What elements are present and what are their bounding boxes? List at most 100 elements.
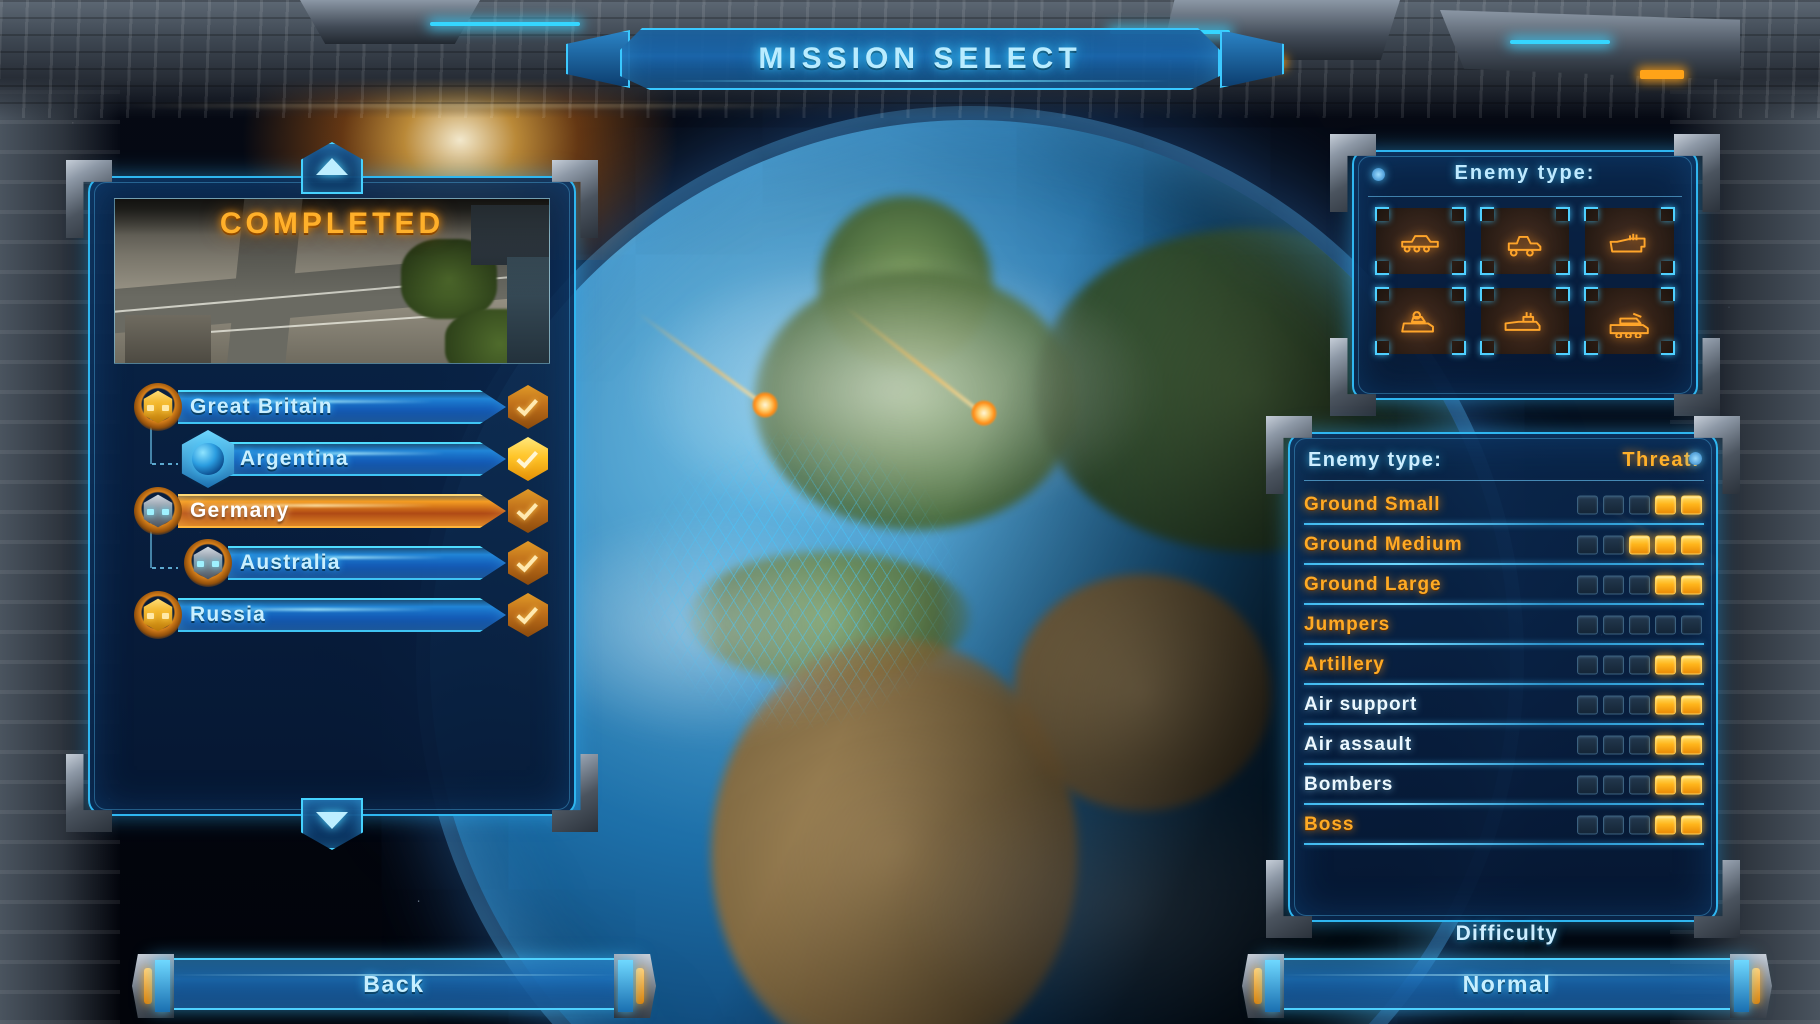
threat-pip [1681,775,1702,794]
button-end-cap-right [1730,954,1772,1018]
mission-preview-image: COMPLETED [114,198,550,364]
threat-pip [1655,815,1676,834]
mission-label: Argentina [240,447,349,470]
threat-meter [1577,695,1702,714]
mission-panel: COMPLETED Great Britain Argentina Germany A… [66,142,598,850]
threat-pip [1603,815,1624,834]
threat-pip [1577,575,1598,594]
lion-emblem-gold-icon [134,591,182,639]
threat-row[interactable]: Ground Large [1304,566,1704,603]
threat-row[interactable]: Air assault [1304,726,1704,763]
eagle-emblem-steel-icon [134,487,182,535]
threat-pip [1629,535,1650,554]
tank-medium-icon[interactable] [1479,287,1571,355]
threat-pip [1577,535,1598,554]
threat-pip [1603,615,1624,634]
threat-row[interactable]: Ground Medium [1304,526,1704,563]
mission-completed-badge-icon [508,385,548,429]
threat-pip [1681,655,1702,674]
tank-launcher-icon[interactable] [1375,287,1466,355]
threat-pip [1629,815,1650,834]
threat-row-name: Ground Small [1304,493,1441,515]
threat-row-name: Ground Medium [1304,533,1463,555]
mission-row[interactable]: Germany [134,487,550,535]
mission-row[interactable]: Australia [184,539,550,587]
threat-meter [1577,535,1702,554]
threat-row[interactable]: Air support [1304,686,1704,723]
mission-row[interactable]: Argentina [181,430,550,488]
status-dot-blue [1689,452,1702,465]
threat-pip [1655,775,1676,794]
threat-row[interactable]: Artillery [1304,646,1704,683]
column-header-enemy-type: Enemy type: [1308,448,1443,471]
enemy-grid-title: Enemy type: [1454,162,1596,184]
threat-pip [1629,775,1650,794]
threat-pip [1681,615,1702,634]
threat-row-name: Air assault [1304,733,1413,755]
threat-pip [1655,575,1676,594]
enemy-type-grid-panel: Enemy type: [1330,134,1720,416]
threat-rows: Ground Small Ground Medium Ground Large Jum… [1304,486,1704,846]
threat-pip [1655,735,1676,754]
threat-pip [1577,735,1598,754]
threat-row-name: Boss [1304,813,1355,835]
mission-label: Russia [190,603,267,626]
threat-pip [1603,695,1624,714]
tank-buggy-icon[interactable] [1479,207,1571,275]
threat-pip [1681,735,1702,754]
threat-pip [1655,655,1676,674]
mission-completed-badge-icon [508,541,548,585]
threat-pip [1577,495,1598,514]
threat-pip [1577,695,1598,714]
tank-small-icon[interactable] [1375,207,1466,275]
button-end-cap-left [132,954,174,1018]
threat-row[interactable]: Jumpers [1304,606,1704,643]
button-end-cap-right [614,954,656,1018]
threat-pip [1629,695,1650,714]
mission-label: Germany [190,499,290,522]
threat-row[interactable]: Bombers [1304,766,1704,803]
threat-row[interactable]: Boss [1304,806,1704,843]
threat-pip [1629,735,1650,754]
threat-pip [1655,695,1676,714]
game-stage: MISSION SELECT COMPLETED Great Britain Ar… [0,0,1820,1024]
enemy-icon-grid [1375,207,1675,355]
threat-pip [1681,535,1702,554]
threat-row[interactable]: Ground Small [1304,486,1704,523]
button-end-cap-left [1242,954,1284,1018]
threat-row-name: Artillery [1304,653,1385,675]
threat-meter [1577,815,1702,834]
threat-meter [1577,615,1702,634]
back-button[interactable]: Back [132,954,638,1018]
mission-row[interactable]: Russia [134,591,550,639]
mission-completed-badge-icon [508,593,548,637]
threat-pip [1577,815,1598,834]
threat-pip [1629,655,1650,674]
tree-connector [152,567,178,569]
tank-heavy-icon[interactable] [1584,287,1675,355]
threat-table-header: Enemy type: Threat: [1308,444,1702,476]
threat-pip [1629,615,1650,634]
tank-artillery-icon[interactable] [1584,207,1675,275]
threat-pip [1577,655,1598,674]
threat-pip [1603,775,1624,794]
mission-label: Great Britain [190,395,333,418]
threat-meter [1577,735,1702,754]
threat-row-name: Ground Large [1304,573,1442,595]
threat-pip [1603,575,1624,594]
threat-pip [1655,615,1676,634]
threat-pip [1603,655,1624,674]
threat-pip [1655,495,1676,514]
page-title: MISSION SELECT [758,42,1082,75]
globe-emblem-icon [181,430,235,488]
mission-row[interactable]: Great Britain [134,383,550,431]
threat-row-name: Air support [1304,693,1418,715]
threat-pip [1603,535,1624,554]
threat-table-panel: Enemy type: Threat: Ground Small Ground M… [1266,416,1740,938]
threat-pip [1629,495,1650,514]
threat-meter [1577,575,1702,594]
mission-label: Australia [240,551,341,574]
difficulty-selector-button[interactable]: Normal [1242,954,1754,1018]
threat-meter [1577,775,1702,794]
back-button-label: Back [363,970,425,997]
